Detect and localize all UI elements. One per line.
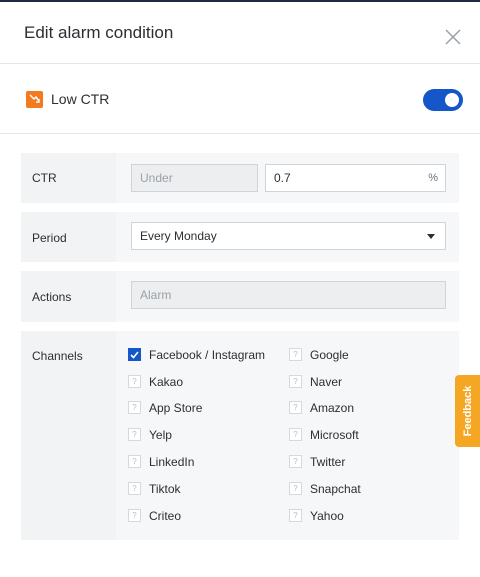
checkbox-unchecked[interactable]: ?: [289, 348, 302, 361]
ctr-value-input[interactable]: 0.7 %: [265, 164, 446, 192]
channel-label: Twitter: [310, 455, 346, 469]
alarm-enabled-toggle[interactable]: [423, 89, 463, 111]
feedback-label: Feedback: [461, 385, 474, 437]
checkbox-unchecked[interactable]: ?: [289, 428, 302, 441]
toggle-knob: [445, 93, 459, 107]
period-value: Every Monday: [140, 229, 217, 243]
ctr-value: 0.7: [274, 171, 291, 185]
checkbox-unchecked[interactable]: ?: [289, 401, 302, 414]
ctr-field-row: CTR Under 0.7 %: [21, 153, 459, 203]
checkbox-unchecked[interactable]: ?: [289, 375, 302, 388]
checkbox-unchecked[interactable]: ?: [289, 455, 302, 468]
channel-label: Facebook / Instagram: [149, 348, 266, 362]
checkbox-unchecked[interactable]: ?: [128, 428, 141, 441]
checkbox-unchecked[interactable]: ?: [128, 401, 141, 414]
period-field-row: Period Every Monday: [21, 212, 459, 262]
channel-label: Yahoo: [310, 509, 344, 523]
alarm-name: Low CTR: [51, 91, 110, 107]
checkbox-unchecked[interactable]: ?: [128, 375, 141, 388]
close-icon[interactable]: [444, 28, 462, 46]
channel-label: Amazon: [310, 401, 355, 415]
channel-label: Google: [310, 348, 349, 362]
feedback-tab[interactable]: Feedback: [455, 375, 480, 447]
check-icon: [130, 351, 139, 359]
channel-label: Criteo: [149, 509, 182, 523]
channel-label: Microsoft: [310, 428, 359, 442]
channel-label: Kakao: [149, 375, 184, 389]
actions-field-row: Actions Alarm: [21, 271, 459, 322]
dialog-header: Edit alarm condition: [0, 2, 480, 64]
actions-label: Actions: [32, 290, 72, 304]
channels-field-row: Channels Facebook / Instagram ? Kakao ? …: [21, 331, 459, 540]
chevron-down-icon: [427, 234, 435, 239]
ctr-operator-field: Under: [131, 164, 258, 192]
checkbox-unchecked[interactable]: ?: [289, 509, 302, 522]
alarm-row: Low CTR: [0, 64, 480, 134]
channels-list: Facebook / Instagram ? Kakao ? App Store…: [116, 331, 459, 540]
checkbox-unchecked[interactable]: ?: [128, 509, 141, 522]
channel-label: App Store: [149, 401, 203, 415]
actions-field: Alarm: [131, 281, 446, 309]
checkbox-unchecked[interactable]: ?: [289, 482, 302, 495]
ctr-field-controls: Under 0.7 %: [116, 153, 459, 203]
checkbox-unchecked[interactable]: ?: [128, 482, 141, 495]
actions-field-controls: Alarm: [116, 271, 459, 322]
period-select[interactable]: Every Monday: [131, 222, 446, 250]
checkbox-checked[interactable]: [128, 348, 141, 361]
ctr-unit: %: [428, 172, 438, 184]
channels-label: Channels: [32, 349, 83, 363]
channel-label: Tiktok: [149, 482, 181, 496]
period-label: Period: [32, 231, 67, 245]
period-field-controls: Every Monday: [116, 212, 459, 262]
ctr-label: CTR: [32, 171, 57, 185]
channel-label: Yelp: [149, 428, 172, 442]
channel-label: Naver: [310, 375, 343, 389]
channel-label: Snapchat: [310, 482, 361, 496]
trend-down-icon: [26, 91, 43, 108]
channel-label: LinkedIn: [149, 455, 195, 469]
dialog-title: Edit alarm condition: [24, 23, 174, 42]
checkbox-unchecked[interactable]: ?: [128, 455, 141, 468]
